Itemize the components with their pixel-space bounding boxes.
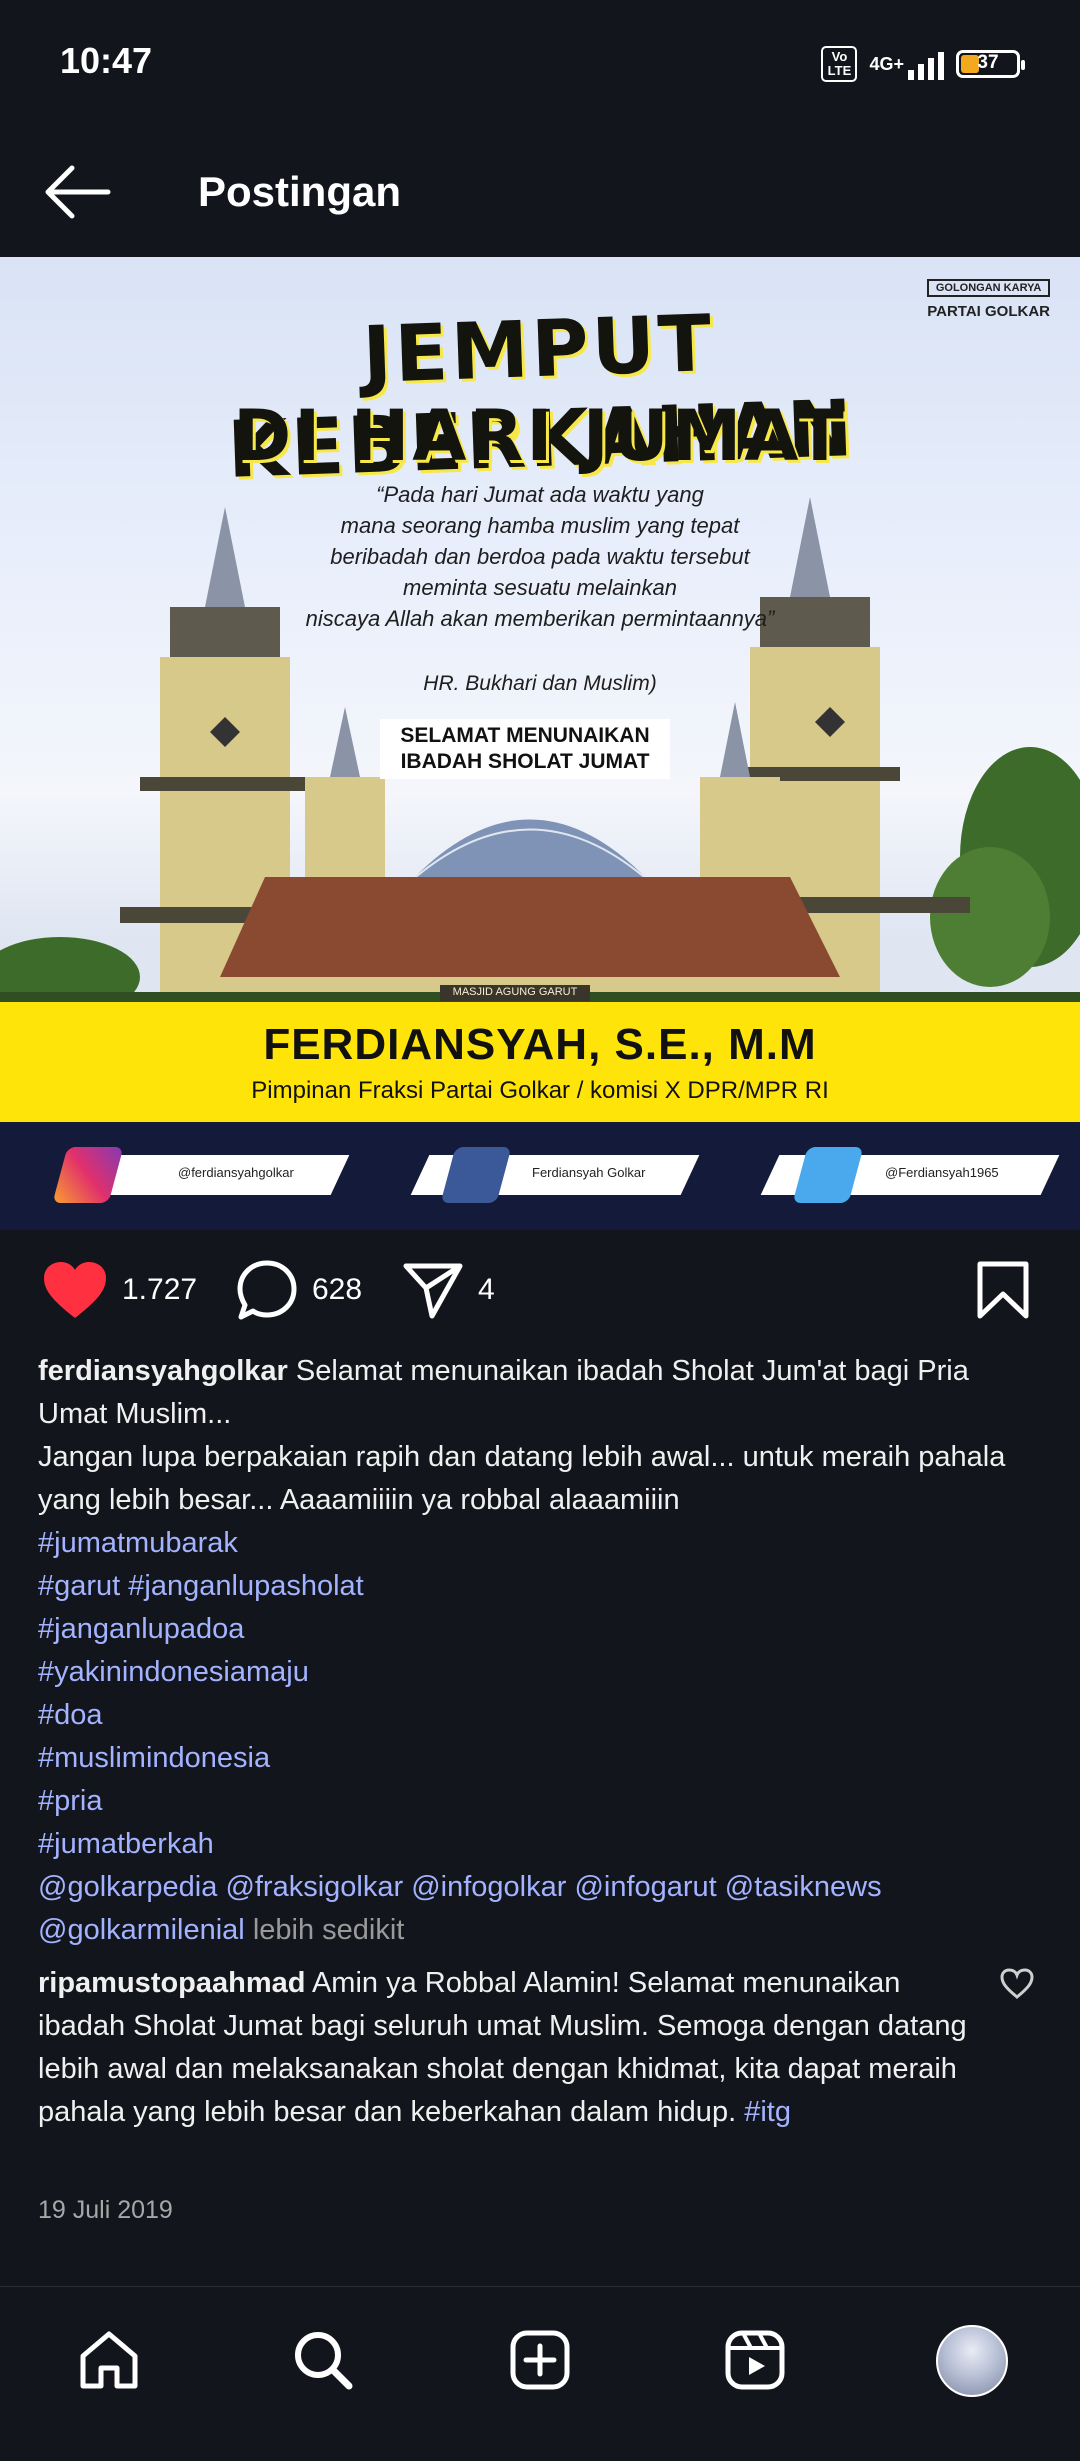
nav-search[interactable]	[288, 2325, 358, 2395]
create-icon	[510, 2330, 570, 2390]
nav-reels[interactable]	[720, 2325, 790, 2395]
hashtag[interactable]: #pria	[38, 1780, 1038, 1823]
battery-level: 37	[977, 52, 999, 73]
share-count: 4	[478, 1273, 495, 1306]
comment-count: 628	[312, 1273, 363, 1306]
bookmark-icon	[977, 1261, 1029, 1319]
quote-line: beribadah dan berdoa pada waktu tersebut	[330, 544, 750, 569]
comment-icon	[237, 1260, 297, 1320]
signal-icon	[908, 48, 944, 80]
status-bar: 10:47 Vo LTE 4G+ 37	[0, 0, 1080, 130]
post-date: 19 Juli 2019	[38, 2196, 173, 2224]
profile-avatar[interactable]	[936, 2325, 1008, 2397]
quote-line: niscaya Allah akan memberikan permintaan…	[305, 606, 775, 631]
caption-username[interactable]: ferdiansyahgolkar	[38, 1355, 288, 1387]
instagram-handle: @ferdiansyahgolkar	[178, 1165, 294, 1180]
quote-line: “Pada hari Jumat ada waktu yang	[376, 482, 704, 507]
save-button[interactable]	[976, 1250, 1030, 1330]
battery-icon: 37	[956, 50, 1025, 78]
search-icon	[295, 2332, 353, 2390]
person-role: Pimpinan Fraksi Partai Golkar / komisi X…	[251, 1077, 829, 1104]
network-type: 4G+	[869, 53, 904, 74]
volte-icon: Vo LTE	[821, 46, 858, 82]
greeting-line1: SELAMAT MENUNAIKAN	[400, 724, 650, 747]
like-button[interactable]: 1.727	[42, 1250, 197, 1330]
arrow-left-icon	[45, 165, 111, 219]
show-less-link[interactable]: lebih sedikit	[253, 1914, 405, 1946]
back-button[interactable]	[40, 160, 116, 224]
post-image[interactable]: MASJID AGUNG GARUT GOLONGAN KARYA PARTAI…	[0, 257, 1080, 1230]
caption-intro: ferdiansyahgolkar Selamat menunaikan iba…	[38, 1350, 1038, 1436]
greeting-line2: IBADAH SHOLAT JUMAT	[400, 750, 650, 773]
comment-button[interactable]: 628	[236, 1250, 362, 1330]
caption-text2: Jangan lupa berpakaian rapih dan datang …	[38, 1441, 1006, 1516]
facebook-handle: Ferdiansyah Golkar	[532, 1165, 646, 1180]
post-actions: 1.727 628 4	[0, 1250, 1080, 1330]
quote-line: meminta sesuatu melainkan	[403, 575, 677, 600]
nav-home[interactable]	[74, 2325, 144, 2395]
hashtag[interactable]: #janganlupadoa	[38, 1608, 1038, 1651]
comment-username[interactable]: ripamustopaahmad	[38, 1967, 306, 1999]
greeting-box: SELAMAT MENUNAIKAN IBADAH SHOLAT JUMAT	[380, 719, 670, 779]
mentions-line: @golkarpedia @fraksigolkar @infogolkar @…	[38, 1866, 1038, 1952]
home-icon	[80, 2331, 138, 2389]
post-caption: ferdiansyahgolkar Selamat menunaikan iba…	[38, 1350, 1038, 1952]
reels-icon	[725, 2330, 785, 2390]
hadith-source: HR. Bukhari dan Muslim)	[423, 672, 657, 695]
heart-icon	[44, 1262, 106, 1318]
bottom-nav	[0, 2286, 1080, 2461]
app-header: Postingan	[0, 130, 1080, 256]
comment-like-button[interactable]	[1000, 1968, 1034, 2000]
hashtag[interactable]: #jumatberkah	[38, 1823, 1038, 1866]
share-button[interactable]: 4	[402, 1250, 495, 1330]
quote-line: mana seorang hamba muslim yang tepat	[340, 513, 740, 538]
heart-outline-icon	[1000, 1968, 1034, 1999]
status-icons: Vo LTE 4G+ 37	[821, 44, 1025, 84]
comment-hashtag[interactable]: #itg	[744, 2096, 791, 2128]
poster-title-line2: DI HARI JUMAT	[233, 395, 847, 477]
page-title: Postingan	[198, 168, 402, 215]
mentions[interactable]: @golkarpedia @fraksigolkar @infogolkar @…	[38, 1871, 882, 1946]
like-count: 1.727	[122, 1273, 198, 1306]
clock: 10:47	[60, 40, 153, 81]
person-name: FERDIANSYAH, S.E., M.M	[263, 1020, 817, 1069]
comment-item: ripamustopaahmad Amin ya Robbal Alamin! …	[38, 1962, 968, 2134]
mosque-sign: MASJID AGUNG GARUT	[452, 986, 578, 998]
hadith-quote: “Pada hari Jumat ada waktu yang mana seo…	[250, 479, 830, 634]
hashtag[interactable]: #jumatmubarak	[38, 1522, 1038, 1565]
nav-create[interactable]	[505, 2325, 575, 2395]
hashtag[interactable]: #garut #janganlupasholat	[38, 1565, 1038, 1608]
hashtag[interactable]: #yakinindonesiamaju	[38, 1651, 1038, 1694]
twitter-handle: @Ferdiansyah1965	[885, 1165, 999, 1180]
send-icon	[403, 1263, 463, 1319]
hashtag[interactable]: #muslimindonesia	[38, 1737, 1038, 1780]
hashtag[interactable]: #doa	[38, 1694, 1038, 1737]
